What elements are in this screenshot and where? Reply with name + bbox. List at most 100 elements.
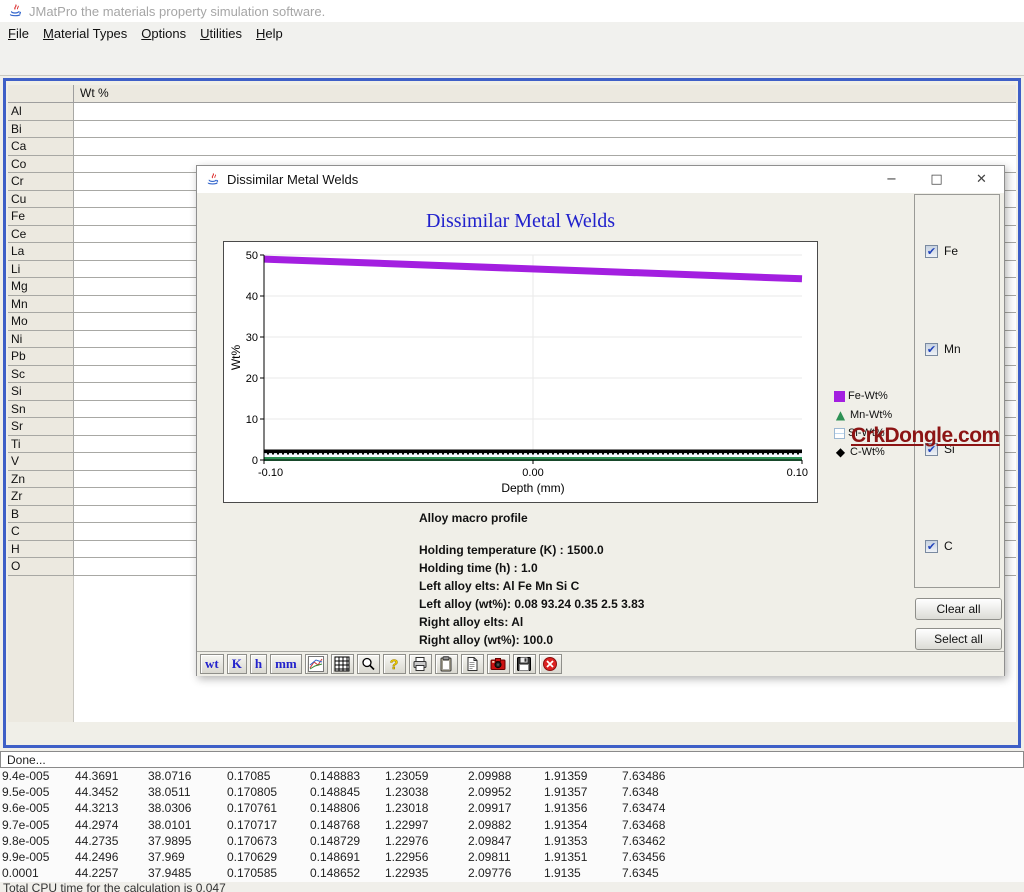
results-cell: 9.4e-005	[2, 769, 49, 783]
menu-bar: File Material Types Options Utilities Help	[0, 22, 1024, 44]
element-label: Ti	[8, 436, 74, 453]
results-cell: 0.148652	[310, 866, 360, 880]
legend-label: Mn-Wt%	[850, 409, 892, 421]
filler-label-column	[8, 576, 74, 723]
results-cell: 1.22997	[385, 818, 428, 832]
profile-detail-line: Holding temperature (K) : 1500.0	[419, 541, 644, 559]
checkbox-icon[interactable]: ✔	[925, 540, 938, 553]
element-checkbox-c[interactable]: ✔C	[925, 539, 953, 553]
results-cell: 9.8e-005	[2, 834, 49, 848]
results-cell: 44.3691	[75, 769, 118, 783]
element-label: B	[8, 506, 74, 523]
y-tick-label: 50	[246, 250, 258, 262]
toolbar-mm-button[interactable]: mm	[270, 654, 302, 674]
menu-help[interactable]: Help	[256, 26, 283, 41]
results-cell: 0.170717	[227, 818, 277, 832]
menu-file[interactable]: File	[8, 26, 29, 41]
y-axis-label: Wt%	[229, 345, 243, 371]
results-cell: 0.170761	[227, 801, 277, 815]
chart-svg: 01020304050-0.100.000.10Depth (mm)Wt%	[224, 242, 817, 502]
toolbar-help-button[interactable]: ?	[383, 654, 406, 674]
profile-detail-line: Left alloy (wt%): 0.08 93.24 0.35 2.5 3.…	[419, 595, 644, 613]
checkbox-icon[interactable]: ✔	[925, 245, 938, 258]
minimize-button[interactable]: −	[869, 166, 914, 193]
results-cell: 0.148845	[310, 785, 360, 799]
select-all-button[interactable]: Select all	[915, 628, 1002, 650]
wt-percent-cell[interactable]	[74, 138, 1016, 155]
results-row: 9.8e-00544.273537.98950.1706730.1487291.…	[0, 833, 1024, 849]
maximize-button[interactable]: □	[914, 166, 959, 193]
element-checkbox-fe[interactable]: ✔ Fe	[925, 244, 958, 258]
results-cell: 0.170805	[227, 785, 277, 799]
toolbar-wt-button[interactable]: wt	[200, 654, 224, 674]
results-cell: 1.22956	[385, 850, 428, 864]
element-label: Li	[8, 261, 74, 278]
results-cell: 1.91357	[544, 785, 587, 799]
checkbox-label: Mn	[944, 342, 961, 356]
toolbar-cancel-button[interactable]	[539, 654, 562, 674]
element-label: Bi	[8, 121, 74, 138]
results-cell: 0.17085	[227, 769, 270, 783]
wt-percent-cell[interactable]	[74, 121, 1016, 138]
menu-options[interactable]: Options	[141, 26, 186, 41]
y-tick-label: 10	[246, 414, 258, 426]
checkbox-label: Fe	[944, 244, 958, 258]
menu-material-types[interactable]: Material Types	[43, 26, 127, 41]
toolbar-print-button[interactable]	[409, 654, 432, 674]
legend-marker-mn-wt: ▲	[834, 409, 847, 421]
results-row: 9.9e-00544.249637.9690.1706290.1486911.2…	[0, 849, 1024, 865]
menu-utilities[interactable]: Utilities	[200, 26, 242, 41]
toolbar-export-button[interactable]	[461, 654, 484, 674]
legend-item-mn-wt: ▲Mn-Wt%	[834, 406, 892, 425]
curves-icon	[308, 656, 324, 672]
dialog-toolbar: wtKhmm?	[197, 651, 1004, 676]
results-cell: 0.170673	[227, 834, 277, 848]
results-cell: 9.5e-005	[2, 785, 49, 799]
dialog-titlebar[interactable]: Dissimilar Metal Welds − □ ✕	[197, 166, 1004, 193]
element-checkbox-mn[interactable]: ✔ Mn	[925, 342, 961, 356]
toolbar-curves-button[interactable]	[305, 654, 328, 674]
element-label: Pb	[8, 348, 74, 365]
chart-title: Dissimilar Metal Welds	[223, 210, 818, 233]
toolbar-h-button[interactable]: h	[250, 654, 267, 674]
clear-all-button[interactable]: Clear all	[915, 598, 1002, 620]
results-cell: 1.91351	[544, 850, 587, 864]
element-label: Mn	[8, 296, 74, 313]
toolbar-zoom-button[interactable]	[357, 654, 380, 674]
profile-detail-line: Right alloy (wt%): 100.0	[419, 631, 644, 649]
element-label: V	[8, 453, 74, 470]
cpu-time-text: Total CPU time for the calculation is 0.…	[3, 881, 226, 892]
element-label: La	[8, 243, 74, 260]
close-button[interactable]: ✕	[959, 166, 1004, 193]
results-cell: 37.9895	[148, 834, 191, 848]
toolbar-save-button[interactable]	[513, 654, 536, 674]
results-cell: 44.3452	[75, 785, 118, 799]
x-axis-label: Depth (mm)	[501, 481, 564, 495]
results-cell: 7.6348	[622, 785, 659, 799]
element-column-header	[8, 85, 74, 102]
results-cell: 0.148768	[310, 818, 360, 832]
element-label: Ca	[8, 138, 74, 155]
dissimilar-metal-welds-dialog: Dissimilar Metal Welds − □ ✕ Dissimilar …	[196, 165, 1005, 676]
results-row: 9.4e-00544.369138.07160.170850.1488831.2…	[0, 768, 1024, 784]
wt-percent-cell[interactable]	[74, 103, 1016, 120]
y-tick-label: 0	[252, 455, 258, 467]
toolbar-clipboard-button[interactable]	[435, 654, 458, 674]
results-cell: 0.148729	[310, 834, 360, 848]
main-window-title: JMatPro the materials property simulatio…	[29, 4, 325, 19]
toolbar-grid-button[interactable]	[331, 654, 354, 674]
results-cell: 0.148883	[310, 769, 360, 783]
x-tick-label: 0.10	[787, 467, 808, 479]
toolbar-snapshot-button[interactable]	[487, 654, 510, 674]
y-tick-label: 20	[246, 373, 258, 385]
results-cell: 0.0001	[2, 866, 39, 880]
results-row: 9.5e-00544.345238.05110.1708050.1488451.…	[0, 784, 1024, 800]
checkbox-icon[interactable]: ✔	[925, 343, 938, 356]
element-label: Zr	[8, 488, 74, 505]
element-label: Sn	[8, 401, 74, 418]
element-label: Cu	[8, 191, 74, 208]
results-cell: 44.2735	[75, 834, 118, 848]
toolbar-k-button[interactable]: K	[227, 654, 247, 674]
results-cell: 9.9e-005	[2, 850, 49, 864]
element-selector-panel: ✔Fe✔Mn✔Si✔C	[914, 194, 1000, 588]
